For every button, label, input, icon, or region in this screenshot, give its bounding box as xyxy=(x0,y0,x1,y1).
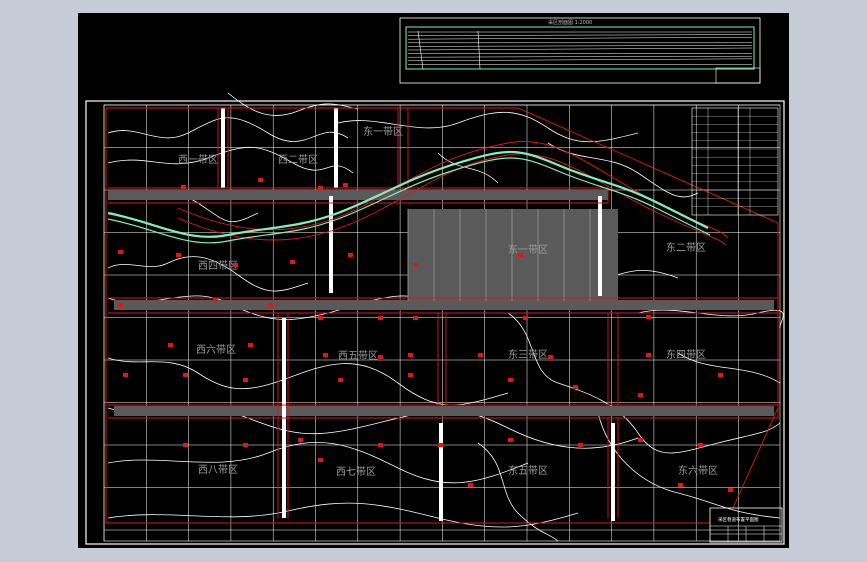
borehole-marker xyxy=(638,438,643,442)
borehole-marker xyxy=(573,385,578,389)
borehole-marker xyxy=(323,353,328,357)
cad-viewport[interactable]: 采区剖面图 1:2000 西二带区 东一带区 西一带区 东一带区 西四带区 东二带区 西六带… xyxy=(78,13,789,548)
boundary-line xyxy=(397,108,409,188)
borehole-marker xyxy=(258,178,263,182)
borehole-marker xyxy=(318,186,323,190)
zone-label-east-3: 东三带区 xyxy=(508,348,548,361)
shaft-line xyxy=(598,196,602,296)
roadway-bar xyxy=(108,190,608,200)
zone-label-west-5: 西五带区 xyxy=(338,350,378,362)
boundary-line xyxy=(732,223,779,509)
borehole-marker xyxy=(646,353,651,357)
zone-label-east-4: 东四带区 xyxy=(666,348,706,361)
borehole-marker xyxy=(213,298,218,302)
roadway-bar xyxy=(114,406,774,416)
borehole-marker xyxy=(518,253,523,257)
legend-table xyxy=(691,107,779,216)
zone-label-west-1: 西一带区 xyxy=(178,154,218,166)
borehole-marker xyxy=(248,343,253,347)
borehole-marker xyxy=(343,183,348,187)
borehole-marker xyxy=(123,373,128,377)
borehole-marker xyxy=(183,443,188,447)
borehole-marker xyxy=(468,483,473,487)
borehole-marker xyxy=(118,250,123,254)
borehole-marker xyxy=(243,443,248,447)
zone-label-west-8: 西八带区 xyxy=(198,464,238,476)
mine-plan-drawing: 采区剖面图 1:2000 西二带区东一带区西一带区东一带区西四带区东二带区西六带… xyxy=(85,17,785,545)
section-line xyxy=(407,45,753,47)
borehole-marker xyxy=(183,373,188,377)
contour-line xyxy=(227,92,359,116)
borehole-marker xyxy=(176,253,181,257)
shaft-line xyxy=(334,108,338,188)
borehole-marker xyxy=(118,303,123,307)
borehole-marker xyxy=(268,303,273,307)
section-stratum-lines xyxy=(407,30,753,70)
contour-line xyxy=(107,502,579,528)
zone-label-east-2: 东二带区 xyxy=(666,241,706,254)
borehole-marker xyxy=(378,355,383,359)
zone-label-east-1-top: 东一带区 xyxy=(363,125,403,138)
title-block-name: 采区巷道布置平面图 xyxy=(718,516,759,523)
boundary-line xyxy=(437,313,447,405)
borehole-marker xyxy=(290,260,295,264)
borehole-marker xyxy=(508,438,513,442)
section-line xyxy=(407,55,753,58)
borehole-marker xyxy=(548,355,553,359)
borehole-marker xyxy=(718,373,723,377)
zone-label-west-2: 西二带区 xyxy=(278,154,318,166)
section-title: 采区剖面图 1:2000 xyxy=(548,19,592,26)
zone-label-east-6: 东六带区 xyxy=(678,464,718,477)
borehole-marker xyxy=(646,315,651,319)
borehole-marker xyxy=(378,316,383,320)
contour-line xyxy=(437,152,499,184)
borehole-marker xyxy=(338,378,343,382)
shaft-line xyxy=(221,108,225,188)
borehole-marker xyxy=(698,443,703,447)
borehole-marker xyxy=(413,316,418,320)
section-line xyxy=(407,58,753,62)
section-shaft xyxy=(477,30,481,70)
legend-frame xyxy=(691,107,779,216)
borehole-marker xyxy=(728,488,733,492)
contour-line xyxy=(107,442,529,484)
contour-line xyxy=(107,357,509,406)
boundary-line xyxy=(607,313,619,405)
borehole-marker xyxy=(523,316,528,320)
borehole-marker xyxy=(318,316,323,320)
borehole-marker xyxy=(378,443,383,447)
borehole-marker xyxy=(578,443,583,447)
borehole-marker xyxy=(168,343,173,347)
borehole-marker xyxy=(478,353,483,357)
borehole-marker xyxy=(233,263,238,267)
zone-label-west-6: 西六带区 xyxy=(196,344,236,356)
zone-label-west-4: 西四带区 xyxy=(198,260,238,272)
shaft-line xyxy=(439,423,443,521)
zone-label-west-7: 西七带区 xyxy=(336,466,376,478)
borehole-marker xyxy=(298,438,303,442)
section-view: 采区剖面图 1:2000 xyxy=(399,17,761,84)
shaft-line xyxy=(611,423,615,521)
borehole-marker xyxy=(508,378,513,382)
borehole-marker xyxy=(438,443,443,447)
borehole-marker xyxy=(243,378,248,382)
main-roadways xyxy=(108,108,774,521)
section-line xyxy=(407,36,753,40)
contour-line xyxy=(507,312,781,454)
borehole-marker xyxy=(638,393,643,397)
borehole-marker xyxy=(678,483,683,487)
borehole-marker xyxy=(348,253,353,257)
borehole-marker xyxy=(413,263,418,267)
section-title-block xyxy=(715,67,761,84)
zone-label-east-1: 东一带区 xyxy=(508,243,548,256)
zone-label-east-5: 东五带区 xyxy=(508,464,548,477)
borehole-marker xyxy=(408,373,413,377)
section-line xyxy=(407,34,753,36)
sheet-frame xyxy=(85,100,785,545)
section-line xyxy=(407,47,753,51)
shaft-line xyxy=(329,196,333,293)
borehole-marker xyxy=(318,458,323,462)
borehole-marker xyxy=(181,185,186,189)
borehole-marker xyxy=(408,353,413,357)
